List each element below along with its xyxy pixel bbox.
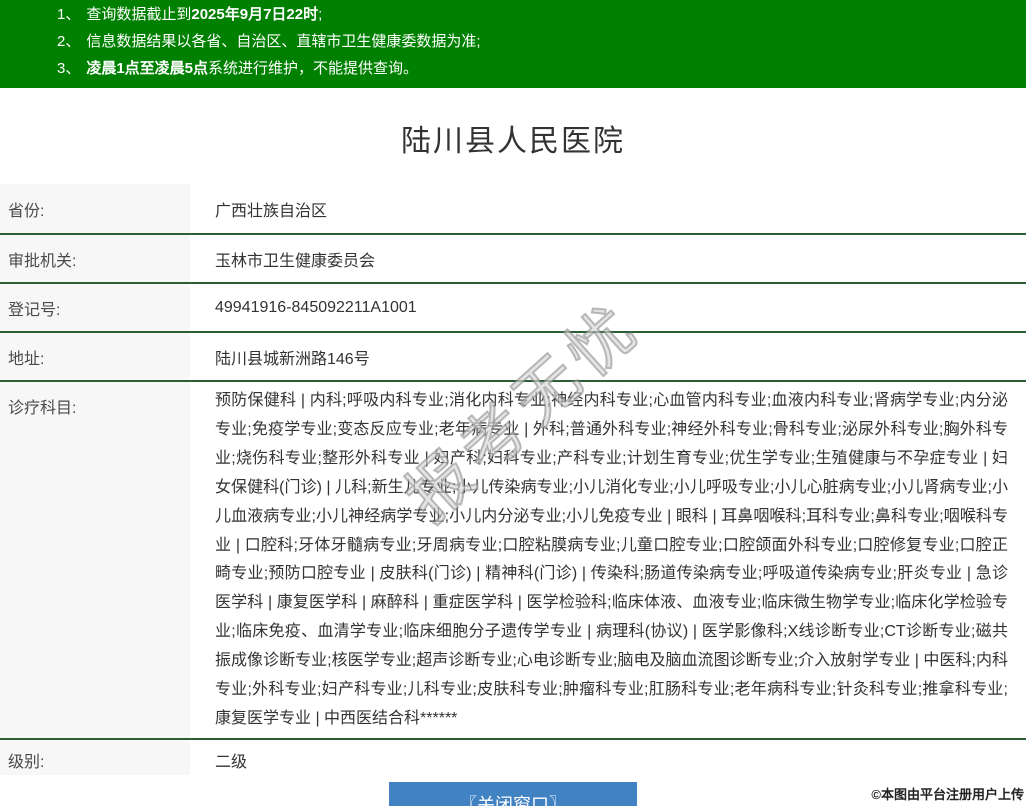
notice-bar: 1、 查询数据截止到2025年9月7日22时; 2、 信息数据结果以各省、自治区、直… [0, 0, 1026, 88]
table-row-medical-departments: 诊疗科目: 预防保健科 | 内科;呼吸内科专业;消化内科专业;神经内科专业;心血… [0, 380, 1026, 738]
close-window-button[interactable]: 〖关闭窗口〗 [389, 781, 637, 806]
notice-text: 查询数据截止到 [86, 6, 192, 23]
notice-number: 1、 [57, 6, 81, 23]
row-label: 级别: [0, 739, 190, 775]
upload-credit: ©本图由平台注册用户上传 [871, 787, 1024, 802]
table-row-approval-authority: 审批机关: 玉林市卫生健康委员会 [0, 233, 1026, 282]
notice-line-2: 2、 信息数据结果以各省、自治区、直辖市卫生健康委数据为准; [57, 28, 1026, 55]
row-value: 二级 [215, 753, 248, 771]
notice-bold-text: 2025年9月7日22时 [191, 6, 319, 23]
row-value: 49941916-845092211A1001 [215, 298, 417, 316]
notice-bold-text: 凌晨1点至凌晨5点 [86, 60, 209, 77]
row-value: 陆川县城新洲路146号 [215, 350, 370, 368]
notice-text: 系统进行维护，不能提供查询。 [208, 60, 419, 77]
row-label: 审批机关: [0, 235, 190, 282]
row-label: 地址: [0, 333, 190, 380]
notice-text: 信息数据结果以各省、自治区、直辖市卫生健康委数据为准; [86, 33, 481, 50]
row-value: 预防保健科 | 内科;呼吸内科专业;消化内科专业;神经内科专业;心血管内科专业;… [215, 392, 1008, 727]
table-row-level: 级别: 二级 [0, 737, 1026, 775]
notice-line-1: 1、 查询数据截止到2025年9月7日22时; [57, 1, 1026, 28]
notice-text: ; [318, 6, 323, 23]
notice-number: 3、 [57, 60, 81, 77]
notice-number: 2、 [57, 33, 81, 50]
row-value: 广西壮族自治区 [215, 202, 328, 220]
row-label: 登记号: [0, 284, 190, 331]
page-title: 陆川县人民医院 [401, 125, 625, 158]
row-value: 玉林市卫生健康委员会 [215, 252, 376, 270]
table-row-address: 地址: 陆川县城新洲路146号 [0, 331, 1026, 380]
row-label: 省份: [0, 184, 190, 233]
hospital-info-table: 省份: 广西壮族自治区 审批机关: 玉林市卫生健康委员会 登记号: 499419… [0, 184, 1026, 775]
table-row-province: 省份: 广西壮族自治区 [0, 184, 1026, 233]
table-row-registration-number: 登记号: 49941916-845092211A1001 [0, 282, 1026, 331]
notice-line-3: 3、 凌晨1点至凌晨5点系统进行维护，不能提供查询。 [57, 55, 1026, 82]
row-label: 诊疗科目: [0, 382, 190, 738]
